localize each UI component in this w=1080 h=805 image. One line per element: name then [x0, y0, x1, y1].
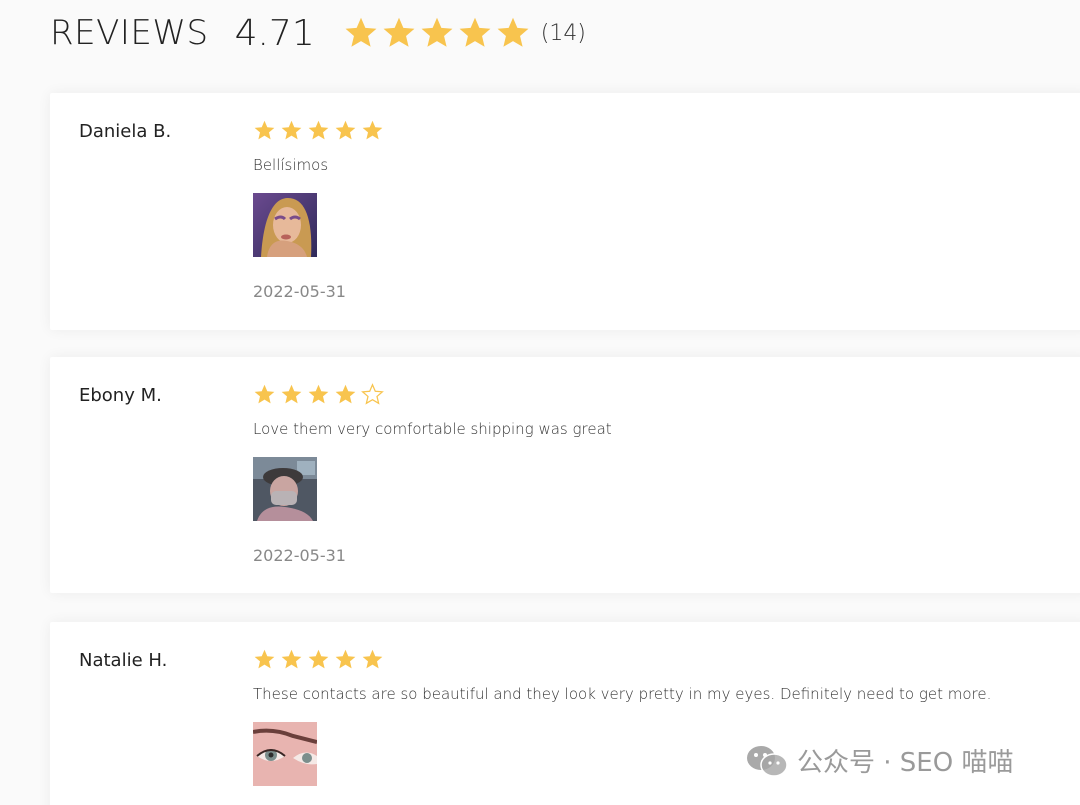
star-filled-icon	[362, 649, 383, 668]
review-content: Bellísimos 2022-05-31	[253, 118, 384, 301]
star-filled-icon	[308, 120, 329, 139]
reviewer-name: Natalie H.	[79, 650, 168, 671]
review-text: Bellísimos	[253, 156, 329, 174]
watermark-text: 公众号 · SEO 喵喵	[797, 748, 1014, 778]
star-filled-icon	[281, 120, 302, 139]
reviews-header: REVIEWS 4.71 (14)	[50, 8, 586, 58]
reviewer-photo[interactable]	[253, 722, 317, 786]
star-empty-icon	[361, 382, 384, 405]
star-filled-icon	[383, 17, 415, 47]
star-filled-icon	[281, 384, 302, 403]
star-filled-icon	[335, 649, 356, 668]
star-filled-icon	[308, 649, 329, 668]
star-filled-icon	[459, 17, 491, 47]
review-text: These contacts are so beautiful and they…	[253, 685, 992, 703]
reviewer-photo[interactable]	[253, 457, 317, 521]
star-filled-icon	[362, 120, 383, 139]
star-filled-icon	[308, 384, 329, 403]
star-filled-icon	[254, 384, 275, 403]
watermark: 公众号 · SEO 喵喵	[745, 742, 1013, 779]
star-filled-icon	[335, 120, 356, 139]
star-filled-icon	[254, 649, 275, 668]
review-rating-stars	[253, 647, 991, 671]
reviews-title: REVIEWS	[50, 13, 209, 53]
review-card: Ebony M. Love them very comfortable ship…	[50, 357, 1080, 593]
review-content: These contacts are so beautiful and they…	[253, 647, 991, 805]
star-filled-icon	[254, 120, 275, 139]
reviews-page: REVIEWS 4.71 (14) Daniela B. Bellísimos	[0, 0, 1080, 805]
review-date: 2022-05-31	[253, 282, 346, 301]
review-rating-stars	[253, 382, 612, 406]
review-content: Love them very comfortable shipping was …	[253, 382, 612, 565]
star-filled-icon	[335, 384, 356, 403]
reviewer-name: Ebony M.	[79, 385, 162, 406]
star-filled-icon	[497, 17, 529, 47]
review-card: Daniela B. Bellísimos 2022-05-31	[50, 93, 1080, 330]
reviewer-name: Daniela B.	[79, 121, 172, 142]
review-count: (14)	[540, 20, 586, 46]
reviewer-photo[interactable]	[253, 193, 317, 257]
review-date: 2022-05-31	[253, 546, 346, 565]
average-rating-stars	[343, 15, 531, 51]
review-rating-stars	[253, 118, 384, 142]
reviewer-photo-selfie-car-icon	[253, 457, 317, 521]
star-filled-icon	[281, 649, 302, 668]
star-filled-icon	[421, 17, 453, 47]
reviewer-photo-purple-makeup-icon	[253, 193, 317, 257]
review-text: Love them very comfortable shipping was …	[253, 420, 612, 438]
wechat-icon	[747, 745, 788, 777]
star-filled-icon	[345, 17, 377, 47]
average-rating: 4.71	[234, 12, 315, 54]
reviewer-photo-eyes-closeup-icon	[253, 722, 317, 786]
